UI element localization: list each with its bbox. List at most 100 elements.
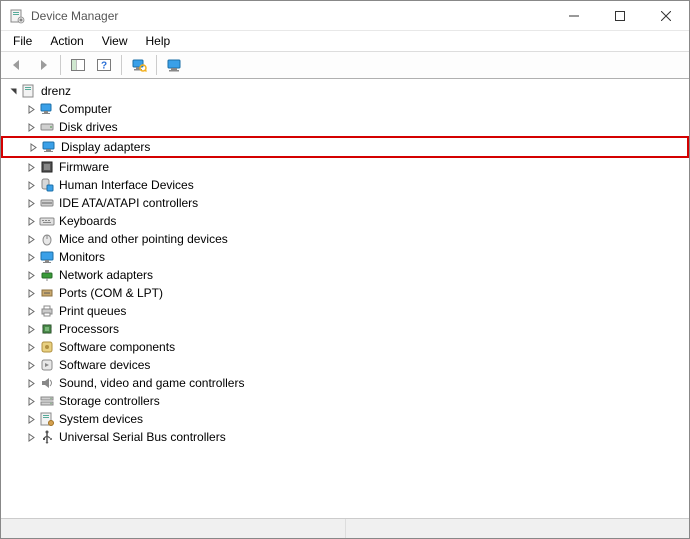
- tree-item-label: Software devices: [59, 358, 150, 372]
- expand-icon[interactable]: [23, 303, 39, 319]
- port-icon: [39, 285, 55, 301]
- scan-hardware-button[interactable]: [127, 54, 151, 76]
- menubar: File Action View Help: [1, 31, 689, 51]
- device-tree[interactable]: drenz Computer Disk drives Display adapter…: [1, 79, 689, 518]
- sound-icon: [39, 375, 55, 391]
- toolbar-separator: [156, 55, 157, 75]
- tree-item[interactable]: Software devices: [1, 356, 689, 374]
- tree-item[interactable]: Disk drives: [1, 118, 689, 136]
- expand-icon[interactable]: [23, 159, 39, 175]
- expand-icon[interactable]: [23, 375, 39, 391]
- tree-item[interactable]: Firmware: [1, 158, 689, 176]
- system-icon: [39, 411, 55, 427]
- expand-icon[interactable]: [25, 139, 41, 155]
- app-icon: [9, 8, 25, 24]
- devices-button[interactable]: [162, 54, 186, 76]
- tree-item[interactable]: IDE ATA/ATAPI controllers: [1, 194, 689, 212]
- expand-icon[interactable]: [23, 177, 39, 193]
- toolbar-separator: [121, 55, 122, 75]
- menu-action[interactable]: Action: [42, 33, 91, 49]
- expand-icon[interactable]: [23, 101, 39, 117]
- tree-item[interactable]: Monitors: [1, 248, 689, 266]
- maximize-button[interactable]: [597, 1, 643, 31]
- tree-item-label: Keyboards: [59, 214, 116, 228]
- keyboard-icon: [39, 213, 55, 229]
- expand-icon[interactable]: [23, 321, 39, 337]
- window-title: Device Manager: [31, 9, 118, 23]
- expand-icon[interactable]: [23, 411, 39, 427]
- expand-icon[interactable]: [23, 429, 39, 445]
- swdev-icon: [39, 357, 55, 373]
- tree-root-label: drenz: [41, 84, 71, 98]
- firmware-icon: [39, 159, 55, 175]
- tree-item-label: Print queues: [59, 304, 126, 318]
- tree-item[interactable]: Human Interface Devices: [1, 176, 689, 194]
- menu-help[interactable]: Help: [138, 33, 179, 49]
- tree-item[interactable]: Computer: [1, 100, 689, 118]
- tree-item-label: Ports (COM & LPT): [59, 286, 163, 300]
- swcomp-icon: [39, 339, 55, 355]
- usb-icon: [39, 429, 55, 445]
- tree-item-label: Human Interface Devices: [59, 178, 194, 192]
- tree-item-label: System devices: [59, 412, 143, 426]
- toolbar: ?: [1, 51, 689, 79]
- tree-item-label: Sound, video and game controllers: [59, 376, 244, 390]
- mouse-icon: [39, 231, 55, 247]
- expand-icon[interactable]: [23, 357, 39, 373]
- tree-item[interactable]: Network adapters: [1, 266, 689, 284]
- tree-item-label: Firmware: [59, 160, 109, 174]
- tree-item[interactable]: Ports (COM & LPT): [1, 284, 689, 302]
- help-button[interactable]: ?: [92, 54, 116, 76]
- tree-item[interactable]: System devices: [1, 410, 689, 428]
- show-hide-tree-button[interactable]: [66, 54, 90, 76]
- tree-item-label: Processors: [59, 322, 119, 336]
- monitor-icon: [39, 249, 55, 265]
- storage-icon: [39, 393, 55, 409]
- tree-item-label: Disk drives: [59, 120, 118, 134]
- printer-icon: [39, 303, 55, 319]
- tree-item-label: Universal Serial Bus controllers: [59, 430, 226, 444]
- tree-item[interactable]: Print queues: [1, 302, 689, 320]
- tree-item[interactable]: Mice and other pointing devices: [1, 230, 689, 248]
- tree-item-label: IDE ATA/ATAPI controllers: [59, 196, 198, 210]
- back-button[interactable]: [5, 54, 29, 76]
- tree-item[interactable]: Software components: [1, 338, 689, 356]
- hid-icon: [39, 177, 55, 193]
- expand-icon[interactable]: [23, 339, 39, 355]
- titlebar: Device Manager: [1, 1, 689, 31]
- minimize-button[interactable]: [551, 1, 597, 31]
- close-button[interactable]: [643, 1, 689, 31]
- menu-file[interactable]: File: [5, 33, 40, 49]
- network-icon: [39, 267, 55, 283]
- tree-item[interactable]: Storage controllers: [1, 392, 689, 410]
- menu-view[interactable]: View: [94, 33, 136, 49]
- tree-root-row[interactable]: drenz: [1, 82, 689, 100]
- expand-icon[interactable]: [23, 393, 39, 409]
- tree-item[interactable]: Sound, video and game controllers: [1, 374, 689, 392]
- ide-icon: [39, 195, 55, 211]
- tree-item-label: Display adapters: [61, 140, 150, 154]
- expand-icon[interactable]: [23, 195, 39, 211]
- statusbar: [1, 518, 689, 538]
- tree-item-label: Computer: [59, 102, 112, 116]
- tree-item[interactable]: Universal Serial Bus controllers: [1, 428, 689, 446]
- statusbar-cell: [1, 519, 346, 538]
- expand-icon[interactable]: [23, 231, 39, 247]
- tree-item-label: Software components: [59, 340, 175, 354]
- forward-button[interactable]: [31, 54, 55, 76]
- computer-icon: [39, 101, 55, 117]
- toolbar-separator: [60, 55, 61, 75]
- expand-icon[interactable]: [23, 119, 39, 135]
- tree-item-label: Storage controllers: [59, 394, 160, 408]
- expand-icon[interactable]: [23, 213, 39, 229]
- tree-item[interactable]: Display adapters: [3, 138, 687, 156]
- tree-item-label: Monitors: [59, 250, 105, 264]
- cpu-icon: [39, 321, 55, 337]
- expand-icon[interactable]: [23, 267, 39, 283]
- expand-icon[interactable]: [23, 249, 39, 265]
- tree-item[interactable]: Keyboards: [1, 212, 689, 230]
- tree-item[interactable]: Processors: [1, 320, 689, 338]
- collapse-icon[interactable]: [5, 83, 21, 99]
- tree-item-label: Network adapters: [59, 268, 153, 282]
- expand-icon[interactable]: [23, 285, 39, 301]
